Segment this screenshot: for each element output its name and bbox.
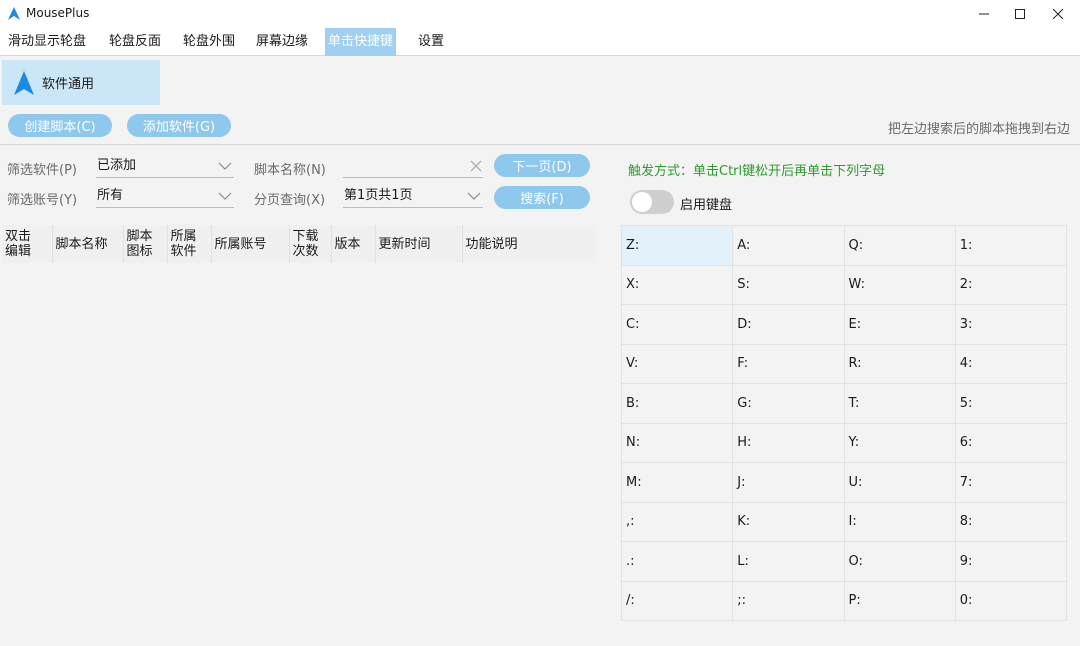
page-query-label: 分页查询(X): [254, 193, 326, 208]
key-cell[interactable]: 6:: [955, 423, 1067, 463]
chevron-down-icon: [467, 192, 481, 200]
menu-item-wheel-outer[interactable]: 轮盘外围: [180, 28, 238, 56]
key-cell[interactable]: B:: [622, 384, 734, 424]
app-logo-icon: [8, 7, 20, 20]
chevron-down-icon: [218, 162, 232, 170]
key-cell[interactable]: .:: [622, 542, 734, 582]
search-button[interactable]: 搜索(F): [494, 186, 590, 209]
close-button[interactable]: [1036, 0, 1080, 28]
software-tab-general[interactable]: 软件通用: [2, 60, 160, 105]
key-cell[interactable]: C:: [622, 305, 734, 345]
page-query-value: 第1页共1页: [344, 188, 413, 203]
key-cell[interactable]: 0:: [955, 581, 1067, 621]
menu-item-settings[interactable]: 设置: [415, 28, 447, 56]
navigation-arrow-icon: [14, 70, 34, 95]
scripts-table: 双击 编辑 脚本名称 脚本 图标 所属 软件 所属账号 下载 次数 版本 更新时间 功能…: [2, 225, 596, 263]
key-cell[interactable]: /:: [622, 581, 734, 621]
menu-bar: 滑动显示轮盘 轮盘反面 轮盘外围 屏幕边缘 单击快捷键 设置: [0, 28, 1080, 56]
key-cell[interactable]: ,:: [622, 502, 734, 542]
key-cell[interactable]: J:: [733, 463, 845, 503]
key-cell[interactable]: S:: [733, 265, 845, 305]
column-header-account[interactable]: 所属账号: [211, 225, 290, 263]
key-cell[interactable]: F:: [733, 344, 845, 384]
column-header-edit[interactable]: 双击 编辑: [2, 225, 53, 263]
page-query-select[interactable]: 第1页共1页: [343, 186, 483, 208]
key-cell[interactable]: 8:: [955, 502, 1067, 542]
key-cell[interactable]: O:: [844, 542, 956, 582]
key-cell[interactable]: V:: [622, 344, 734, 384]
menu-item-screen-edge[interactable]: 屏幕边缘: [253, 28, 311, 56]
trigger-mode-text: 触发方式：单击Ctrl键松开后再单击下列字母: [628, 164, 886, 179]
column-header-updated[interactable]: 更新时间: [375, 225, 463, 263]
column-header-icon[interactable]: 脚本 图标: [123, 225, 168, 263]
filter-software-value: 已添加: [97, 158, 137, 173]
key-cell[interactable]: K:: [733, 502, 845, 542]
key-cell[interactable]: A:: [733, 226, 845, 266]
close-icon: [1053, 9, 1063, 19]
key-cell[interactable]: 4:: [955, 344, 1067, 384]
drag-hint-text: 把左边搜索后的脚本拖拽到右边: [887, 122, 1070, 137]
filter-software-select[interactable]: 已添加: [96, 156, 234, 178]
key-cell[interactable]: L:: [733, 542, 845, 582]
table-header-row: 双击 编辑 脚本名称 脚本 图标 所属 软件 所属账号 下载 次数 版本 更新时间 功能…: [2, 225, 596, 263]
key-cell[interactable]: ;:: [733, 581, 845, 621]
menu-item-slide-wheel[interactable]: 滑动显示轮盘: [5, 28, 89, 56]
column-header-name[interactable]: 脚本名称: [52, 225, 124, 263]
filter-account-value: 所有: [97, 188, 124, 203]
key-cell[interactable]: T:: [844, 384, 956, 424]
create-script-button[interactable]: 创建脚本(C): [8, 114, 112, 137]
next-page-button[interactable]: 下一页(D): [494, 154, 590, 177]
menu-item-click-shortcut[interactable]: 单击快捷键: [325, 28, 397, 56]
key-cell[interactable]: 1:: [955, 226, 1067, 266]
window-title: MousePlus: [26, 6, 90, 20]
key-cell[interactable]: W:: [844, 265, 956, 305]
column-header-downloads[interactable]: 下载 次数: [289, 225, 332, 263]
toggle-knob: [632, 192, 652, 212]
key-cell[interactable]: N:: [622, 423, 734, 463]
key-cell[interactable]: Q:: [844, 226, 956, 266]
chevron-down-icon: [218, 192, 232, 200]
column-header-version[interactable]: 版本: [331, 225, 376, 263]
key-cell[interactable]: 2:: [955, 265, 1067, 305]
add-software-button[interactable]: 添加软件(G): [127, 114, 231, 137]
script-name-input[interactable]: [343, 156, 483, 178]
filter-software-label: 筛选软件(P): [7, 163, 77, 178]
menu-item-wheel-back[interactable]: 轮盘反面: [106, 28, 164, 56]
key-cell[interactable]: E:: [844, 305, 956, 345]
column-header-software[interactable]: 所属 软件: [167, 225, 212, 263]
key-grid: Z: A: Q: 1: X: S: W: 2: C: D: E: 3: V: F: R: 4: B: G: T: 5:…: [621, 225, 1067, 621]
divider: [0, 144, 1080, 145]
maximize-icon: [1015, 9, 1025, 19]
key-cell[interactable]: D:: [733, 305, 845, 345]
software-tab-label: 软件通用: [42, 77, 95, 92]
key-cell[interactable]: M:: [622, 463, 734, 503]
script-name-label: 脚本名称(N): [254, 163, 326, 178]
key-cell[interactable]: X:: [622, 265, 734, 305]
key-cell[interactable]: Y:: [844, 423, 956, 463]
filter-account-label: 筛选账号(Y): [7, 193, 78, 208]
key-cell[interactable]: G:: [733, 384, 845, 424]
column-header-description[interactable]: 功能说明: [462, 225, 596, 263]
key-cell[interactable]: P:: [844, 581, 956, 621]
key-cell[interactable]: Z:: [622, 226, 734, 266]
clear-icon[interactable]: [469, 159, 483, 173]
enable-keyboard-label: 启用键盘: [680, 198, 733, 213]
key-cell[interactable]: 7:: [955, 463, 1067, 503]
key-cell[interactable]: 3:: [955, 305, 1067, 345]
key-cell[interactable]: I:: [844, 502, 956, 542]
minimize-icon: [979, 13, 989, 15]
filter-account-select[interactable]: 所有: [96, 186, 234, 208]
key-cell[interactable]: 5:: [955, 384, 1067, 424]
title-bar: MousePlus: [0, 0, 1080, 28]
key-cell[interactable]: H:: [733, 423, 845, 463]
key-cell[interactable]: 9:: [955, 542, 1067, 582]
enable-keyboard-toggle[interactable]: [630, 190, 674, 214]
key-cell[interactable]: U:: [844, 463, 956, 503]
key-cell[interactable]: R:: [844, 344, 956, 384]
